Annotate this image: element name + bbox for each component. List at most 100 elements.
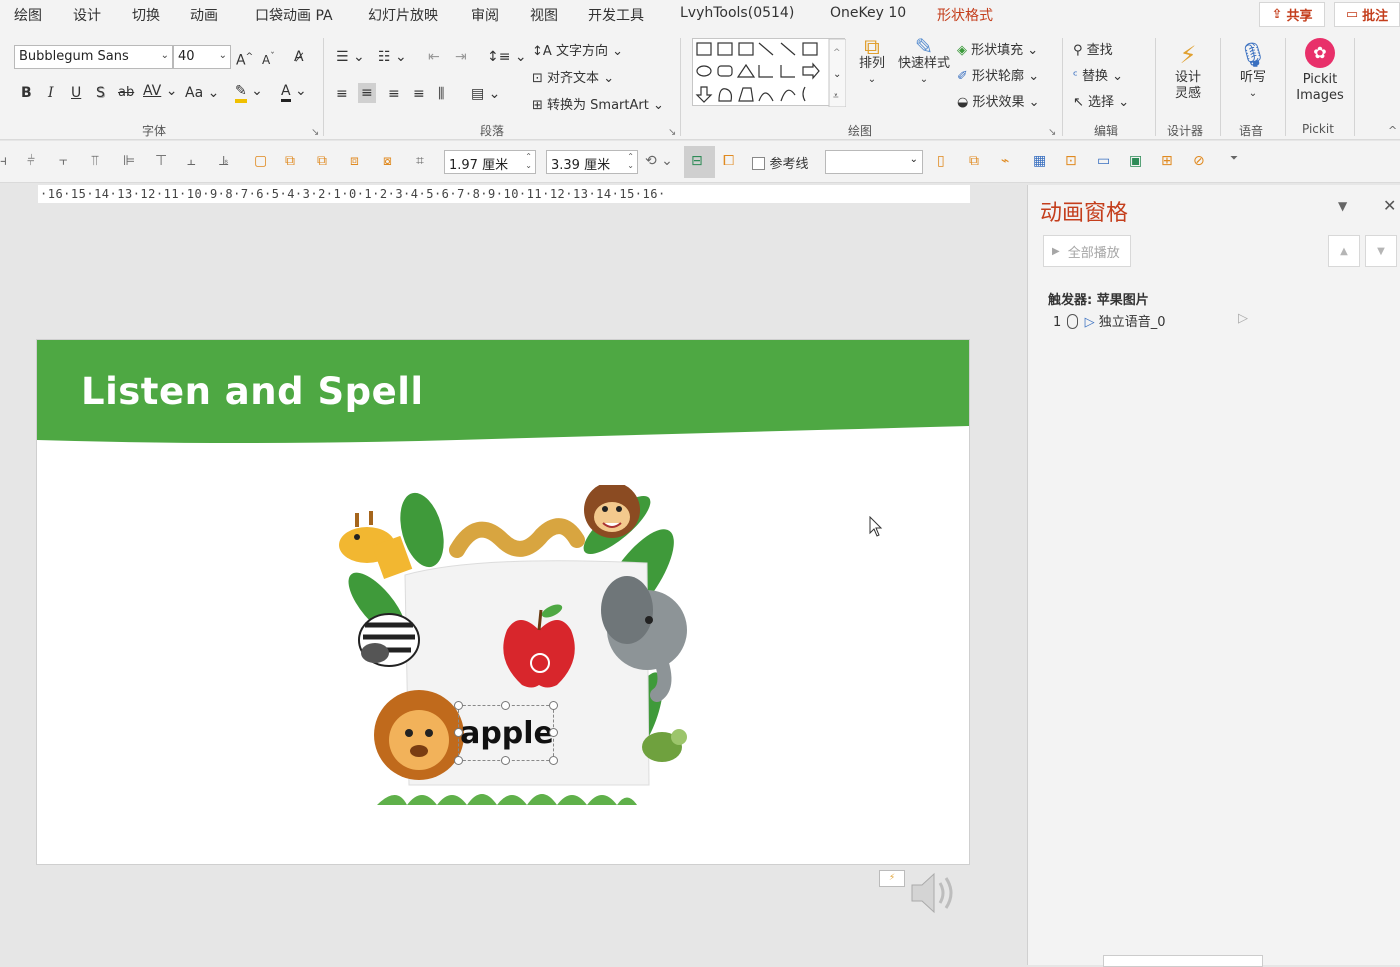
share-button[interactable]: ⇪ 共享 [1259,2,1325,27]
comments-button[interactable]: ▭ 批注 [1334,2,1400,27]
tab-design[interactable]: 设计 [73,5,101,25]
highlight-color-button[interactable]: ✎ ⌄ [235,82,263,103]
convert-smartart-button[interactable]: ⊞ 转换为 SmartArt ⌄ [532,94,664,113]
align-text-button[interactable]: ⊡ 对齐文本 ⌄ [532,67,614,86]
align-left-icon[interactable]: ≡ [336,85,348,103]
speaker-icon[interactable] [908,870,960,916]
distribute-icon[interactable]: ⫼ [438,85,444,103]
brush-icon[interactable]: ⌁ [1001,153,1009,169]
align-center-horizontal-icon[interactable]: ⫩ [27,153,35,169]
justify-icon[interactable]: ≡ [413,85,425,103]
table-icon[interactable]: ⊞ [1161,153,1173,169]
find-button[interactable]: ⚲ 查找 [1073,39,1113,58]
slide-title[interactable]: Listen and Spell [81,370,424,413]
animation-list-item[interactable]: 1 ▷ 独立语音_0 [1053,311,1253,331]
shape-outline-icon[interactable]: ▢ [254,153,267,169]
pane-options-icon[interactable]: ▼ [1338,199,1347,213]
clear-format-icon[interactable]: A̷ [294,48,304,66]
align-middle-icon[interactable]: ⊫ [123,153,135,169]
tab-animations[interactable]: 动画 [190,5,218,25]
tab-lvyhtools[interactable]: LvyhTools(0514) [680,5,794,21]
resize-handle[interactable] [549,728,558,737]
quick-styles-button[interactable]: ✎ 快速样式 ⌄ [895,37,953,88]
move-down-button[interactable]: ▼ [1365,235,1397,267]
animation-tag-icon[interactable]: ⚡ [879,870,905,887]
font-name-combo[interactable]: Bubblegum Sans ⌄ [14,45,173,69]
decrease-indent-icon[interactable]: ⇤ [428,48,440,66]
columns-button[interactable]: ▤ ⌄ [471,85,500,103]
font-dialog-launcher-icon[interactable]: ↘ [311,124,319,142]
send-backward-icon[interactable]: ⧉ [317,153,327,169]
shrink-font-button[interactable]: Aˇ [262,48,275,69]
change-case-button[interactable]: Aa ⌄ [185,84,219,102]
resize-handle[interactable] [454,728,463,737]
guides-checkbox[interactable]: 参考线 [752,153,808,172]
erase-icon[interactable]: ⊘ [1193,153,1205,169]
play-all-button[interactable]: ▶ 全部播放 [1043,235,1131,267]
tab-developer[interactable]: 开发工具 [588,5,644,25]
line-spacing-button[interactable]: ↕≡ ⌄ [487,48,527,66]
resize-handle[interactable] [454,756,463,765]
paragraph-dialog-launcher-icon[interactable]: ↘ [668,124,676,142]
size-icon[interactable]: ⊡ [1065,153,1077,169]
resize-handle[interactable] [501,701,510,710]
shape-outline-button[interactable]: ✐ 形状轮廓 ⌄ [957,65,1039,84]
tab-shape-format[interactable]: 形状格式 [937,5,993,25]
align-right-edge-icon[interactable]: ⫟ [59,153,67,169]
resize-handle[interactable] [454,701,463,710]
text-direction-button[interactable]: ↕A 文字方向 ⌄ [532,40,623,59]
grow-font-button[interactable]: A^ [236,48,253,70]
numbering-button[interactable]: ☷ ⌄ [378,48,407,66]
design-ideas-button[interactable]: ⚡ 设计 灵感 [1165,40,1211,102]
tab-draw[interactable]: 绘图 [14,5,42,25]
picture-icon[interactable]: ▦ [1033,153,1046,169]
shape-height-input[interactable]: 1.97 厘米 ⌃ ⌄ [444,150,536,174]
style-dropdown[interactable]: ⌄ [825,150,923,174]
tab-transitions[interactable]: 切换 [132,5,160,25]
bring-forward-icon[interactable]: ⧉ [285,153,295,169]
increase-indent-icon[interactable]: ⇥ [455,48,467,66]
ruler-icon[interactable]: ▭ [1097,153,1110,169]
drawing-dialog-launcher-icon[interactable]: ↘ [1048,124,1056,142]
timeline-marker-icon[interactable]: ▷ [1238,311,1248,326]
resize-handle[interactable] [549,701,558,710]
tab-onekey[interactable]: OneKey 10 [830,5,906,21]
tab-slideshow[interactable]: 幻灯片放映 [368,5,438,25]
group-icon[interactable]: ⧈ [350,153,359,169]
distribute-vertical-icon[interactable]: ⫡ [219,153,228,169]
shadow-button[interactable]: S [96,84,105,102]
shape-effects-button[interactable]: ◒ 形状效果 ⌄ [957,91,1040,110]
shape-fill-button[interactable]: ◈ 形状填充 ⌄ [957,39,1038,58]
align-tool-icon[interactable]: ⊟ [691,153,703,169]
align-right-icon[interactable]: ≡ [388,85,400,103]
spinner-icon[interactable]: ⌃ ⌄ [627,152,634,170]
customize-toolbar-icon[interactable]: ⏷ [1230,153,1238,164]
spinner-icon[interactable]: ⌃ ⌄ [525,152,532,170]
dictate-button[interactable]: 🎙 听写 ⌄ [1232,40,1274,102]
distribute-horizontal-icon[interactable]: ⫠ [187,153,195,169]
rotate-button[interactable]: ⟲ ⌄ [645,153,673,169]
shapes-gallery[interactable]: ^ ⌄ ⩡ [692,38,847,108]
tab-view[interactable]: 视图 [530,5,558,25]
ungroup-icon[interactable]: ⧇ [383,153,392,169]
resize-handle[interactable] [501,756,510,765]
arrange-button[interactable]: ⧉ 排列 ⌄ [855,37,889,88]
font-color-button[interactable]: A ⌄ [281,82,307,102]
italic-button[interactable]: I [48,84,54,102]
bullets-button[interactable]: ☰ ⌄ [336,48,365,66]
slide-icon[interactable]: ▯ [937,153,945,169]
select-button[interactable]: ↖ 选择 ⌄ [1073,91,1129,110]
tab-pocket-animation[interactable]: 口袋动画 PA [255,5,333,25]
align-left-edge-icon[interactable]: ⫞ [0,153,7,169]
bold-button[interactable]: B [21,84,32,102]
underline-button[interactable]: U [71,84,81,102]
pickit-images-button[interactable]: ✿ Pickit Images [1290,38,1350,104]
slide-canvas[interactable]: Listen and Spell apple [36,339,970,865]
shape-width-input[interactable]: 3.39 厘米 ⌃ ⌄ [546,150,638,174]
strikethrough-button[interactable]: ab [118,84,134,102]
resize-handle[interactable] [549,756,558,765]
collapse-ribbon-icon[interactable]: ^ [1388,122,1397,140]
character-spacing-button[interactable]: AV ⌄ [143,82,177,100]
align-top-icon[interactable]: ⫪ [91,153,99,169]
close-icon[interactable]: ✕ [1383,196,1396,215]
